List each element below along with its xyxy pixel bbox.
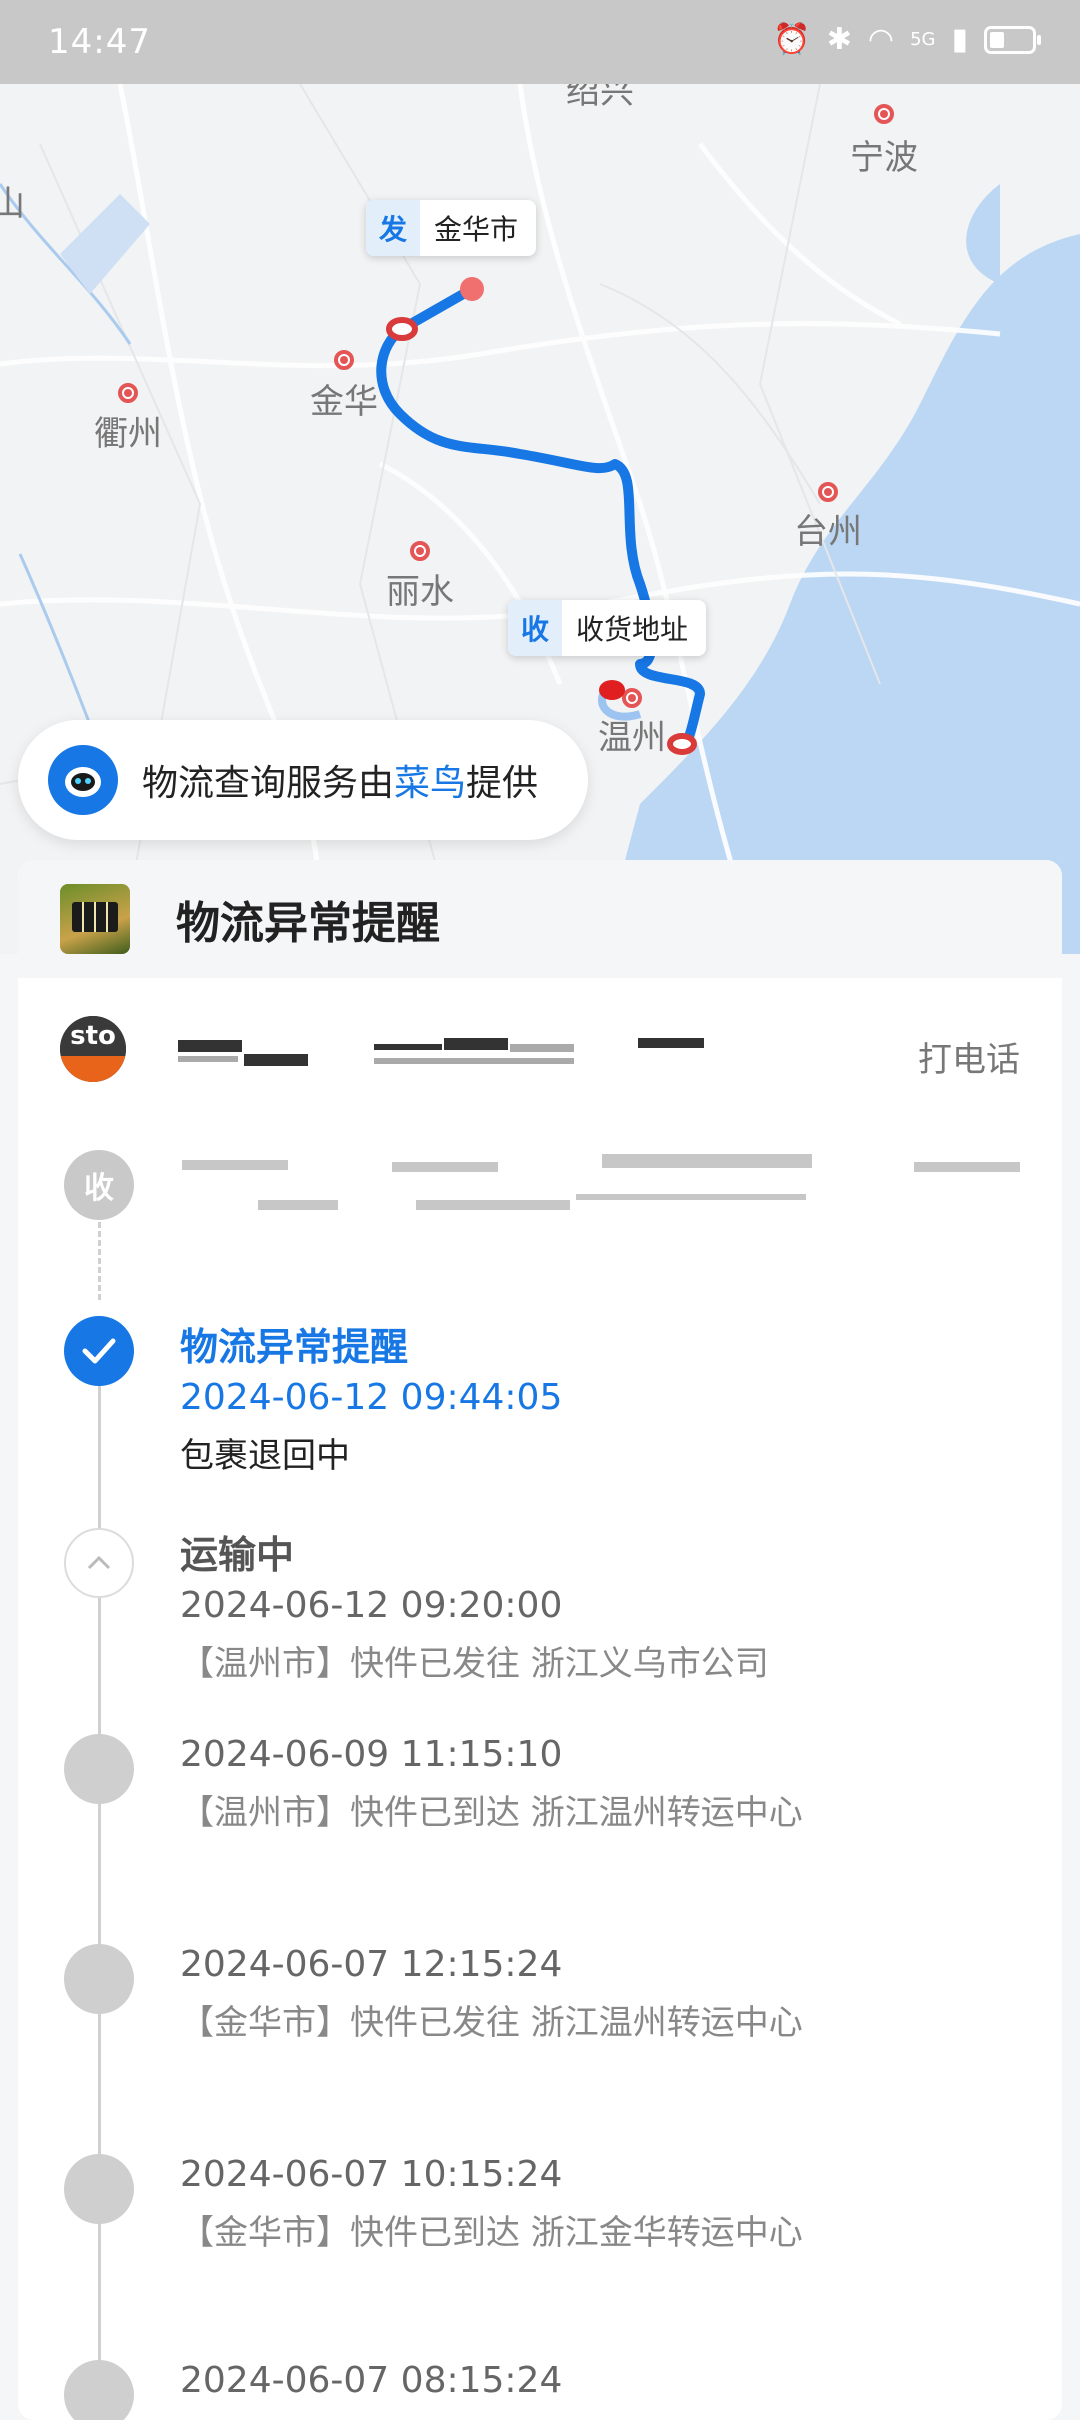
event-title: 运输中 — [180, 1533, 295, 1577]
network-label: 5G — [910, 29, 936, 50]
event-time: 2024-06-12 09:20:00 — [180, 1585, 563, 1626]
event-desc: 【金华市】快件已到达 浙江金华转运中心 — [180, 2213, 803, 2253]
status-time: 14:47 — [48, 22, 151, 62]
status-icons: ⏰ ✱ ◠ 5G ▮ — [773, 22, 1041, 57]
city-label-jinhua: 金华 — [310, 382, 378, 422]
event-desc: 【金华市】快件已发往 浙江温州转运中心 — [180, 2003, 803, 2043]
courier-row: sto 打电话 — [18, 1010, 1062, 1090]
event-desc: 【温州市】快件已发往 浙江义乌市公司 — [180, 1644, 769, 1684]
sto-express-logo: sto — [60, 1016, 126, 1082]
event-time: 2024-06-07 08:15:24 — [180, 2360, 563, 2401]
signal-icon: ▮ — [951, 22, 968, 57]
event-time: 2024-06-09 11:15:10 — [180, 1734, 563, 1775]
service-brand: 菜鸟 — [394, 763, 467, 804]
timeline-dot — [64, 1734, 134, 1804]
event-time: 2024-06-12 09:44:05 — [180, 1377, 563, 1418]
receive-location-tag: 收 收货地址 — [508, 600, 707, 656]
event-desc: 包裹退回中 — [180, 1436, 350, 1476]
alarm-icon: ⏰ — [773, 22, 811, 57]
send-badge: 发 — [366, 200, 420, 256]
city-label-shaoxing: 绍兴 — [566, 84, 634, 112]
timeline-event: 2024-06-07 08:15:24 — [180, 2360, 1020, 2401]
service-text: 物流查询服务由菜鸟提供 — [142, 754, 538, 806]
card-header: 物流异常提醒 — [18, 860, 1062, 978]
timeline-event: 2024-06-09 11:15:10 【温州市】快件已到达 浙江温州转运中心 — [180, 1734, 1020, 1834]
timeline-dot — [64, 1944, 134, 2014]
event-time: 2024-06-07 10:15:24 — [180, 2154, 563, 2195]
service-prefix: 物流查询服务由 — [142, 763, 395, 804]
send-location-label: 金华市 — [434, 213, 519, 246]
event-time: 2024-06-07 12:15:24 — [180, 1944, 563, 1985]
timeline-event: 运输中 2024-06-12 09:20:00 【温州市】快件已发往 浙江义乌市… — [180, 1524, 1020, 1685]
timeline-dot — [64, 2154, 134, 2224]
receiver-badge: 收 — [64, 1150, 134, 1220]
timeline-check-icon — [64, 1316, 134, 1386]
send-location-tag: 发 金华市 — [366, 200, 537, 256]
receive-location-label: 收货地址 — [576, 613, 689, 646]
expand-collapse-button[interactable] — [64, 1528, 134, 1598]
chevron-up-icon — [87, 1555, 111, 1570]
city-label-quzhou: 衢州 — [94, 414, 162, 454]
city-label-lishui: 丽水 — [386, 572, 454, 612]
service-suffix: 提供 — [466, 763, 539, 804]
receiver-info: 收 — [18, 1150, 1062, 1260]
cainiao-logo-icon — [48, 745, 118, 815]
city-label-ningbo: 宁波 — [850, 138, 918, 178]
bluetooth-icon: ✱ — [826, 22, 852, 57]
cainiao-service-banner[interactable]: 物流查询服务由菜鸟提供 — [18, 720, 588, 840]
event-desc: 【温州市】快件已到达 浙江温州转运中心 — [180, 1793, 803, 1833]
timeline-event: 2024-06-07 10:15:24 【金华市】快件已到达 浙江金华转运中心 — [180, 2154, 1020, 2254]
logistics-card: 物流异常提醒 sto 打电话 收 物流异常提醒 2024-06-12 09:44… — [18, 860, 1062, 2420]
wifi-icon: ◠ — [867, 22, 895, 57]
card-title: 物流异常提醒 — [176, 898, 440, 949]
battery-icon — [984, 25, 1041, 54]
timeline-event: 2024-06-07 12:15:24 【金华市】快件已发往 浙江温州转运中心 — [180, 1944, 1020, 2044]
call-courier-button[interactable]: 打电话 — [918, 1032, 1020, 1081]
product-thumbnail — [60, 884, 130, 954]
receive-badge: 收 — [508, 600, 562, 656]
timeline-dot — [64, 2360, 134, 2420]
city-label-edge: 山 — [0, 184, 25, 224]
status-bar: 14:47 ⏰ ✱ ◠ 5G ▮ — [0, 0, 1080, 84]
timeline-event: 物流异常提醒 2024-06-12 09:44:05 包裹退回中 — [180, 1316, 1020, 1477]
city-label-taizhou: 台州 — [794, 512, 862, 552]
city-label-wenzhou: 温州 — [598, 718, 666, 758]
event-title: 物流异常提醒 — [180, 1325, 409, 1369]
